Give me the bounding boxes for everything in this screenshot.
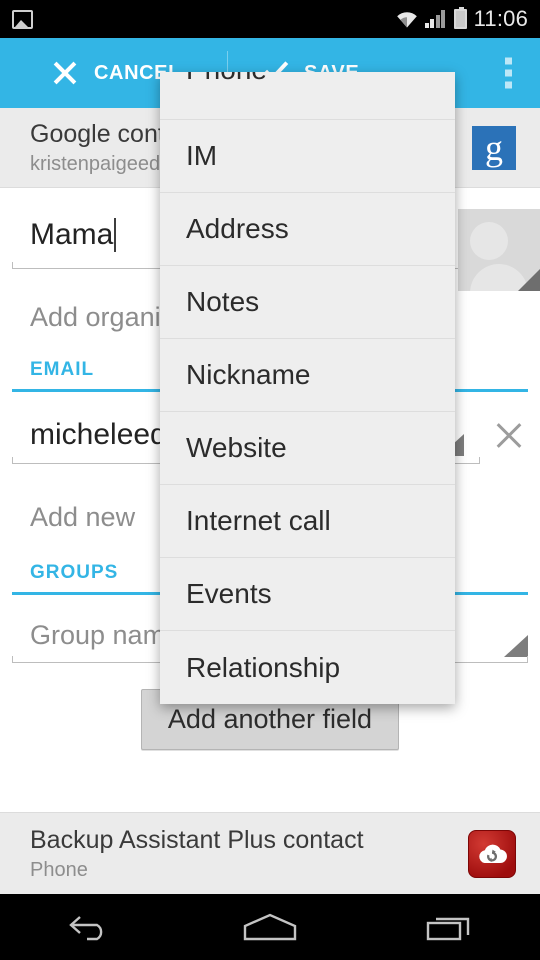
- menu-item-events-label: Events: [186, 578, 272, 609]
- menu-item-im[interactable]: IM: [160, 120, 455, 193]
- menu-item-relationship[interactable]: Relationship: [160, 631, 455, 704]
- delete-email-button[interactable]: [494, 420, 524, 450]
- group-spinner-icon[interactable]: [504, 635, 528, 657]
- group-name-input-hint[interactable]: Group name: [30, 620, 180, 651]
- photo-expand-indicator: [518, 269, 540, 291]
- home-icon[interactable]: [225, 903, 315, 951]
- overflow-menu-icon[interactable]: [499, 52, 518, 95]
- backup-account-title: Backup Assistant Plus contact: [30, 825, 364, 854]
- close-icon: [52, 60, 78, 86]
- gallery-icon: [12, 9, 33, 29]
- menu-item-relationship-label: Relationship: [186, 651, 341, 683]
- menu-item-events[interactable]: Events: [160, 558, 455, 631]
- menu-item-phone-label: Phone: [186, 72, 267, 86]
- google-logo-icon: g: [472, 125, 516, 170]
- add-field-dropdown-menu[interactable]: Phone IM Address Notes Nickname Website …: [160, 72, 455, 704]
- menu-item-internet-call[interactable]: Internet call: [160, 485, 455, 558]
- menu-item-notes[interactable]: Notes: [160, 266, 455, 339]
- menu-item-address-label: Address: [186, 213, 289, 244]
- name-input[interactable]: Mama: [30, 218, 113, 252]
- text-cursor: [114, 218, 117, 252]
- backup-account-row[interactable]: Backup Assistant Plus contact Phone: [0, 812, 540, 894]
- recents-icon[interactable]: [405, 903, 495, 951]
- menu-item-website[interactable]: Website: [160, 412, 455, 485]
- cancel-button[interactable]: CANCEL: [0, 60, 181, 86]
- status-bar-notifications: [12, 9, 396, 29]
- status-bar-system-icons: 11:06: [396, 6, 528, 32]
- signal-icon: [424, 10, 447, 28]
- cloud-sync-icon: [468, 829, 516, 878]
- clock: 11:06: [473, 6, 528, 31]
- menu-item-phone[interactable]: Phone: [160, 72, 455, 120]
- navigation-bar: [0, 894, 540, 960]
- menu-item-im-label: IM: [186, 140, 218, 171]
- menu-item-website-label: Website: [186, 432, 287, 463]
- email-add-new-label[interactable]: Add new: [30, 502, 135, 533]
- wifi-icon: [396, 11, 418, 28]
- menu-item-nickname-label: Nickname: [186, 359, 311, 390]
- backup-account-subtitle: Phone: [30, 858, 88, 881]
- battery-icon: [453, 7, 467, 29]
- status-bar: 11:06: [0, 0, 540, 38]
- backup-account-text: Backup Assistant Plus contact Phone: [30, 825, 468, 883]
- back-icon[interactable]: [45, 903, 135, 951]
- menu-item-internet-call-label: Internet call: [186, 505, 331, 536]
- menu-item-address[interactable]: Address: [160, 193, 455, 266]
- phone-screen: 11:06 CANCEL SAVE Google contact kristen…: [0, 0, 540, 960]
- menu-item-nickname[interactable]: Nickname: [160, 339, 455, 412]
- menu-item-notes-label: Notes: [186, 286, 260, 317]
- contact-photo-placeholder[interactable]: [458, 209, 540, 291]
